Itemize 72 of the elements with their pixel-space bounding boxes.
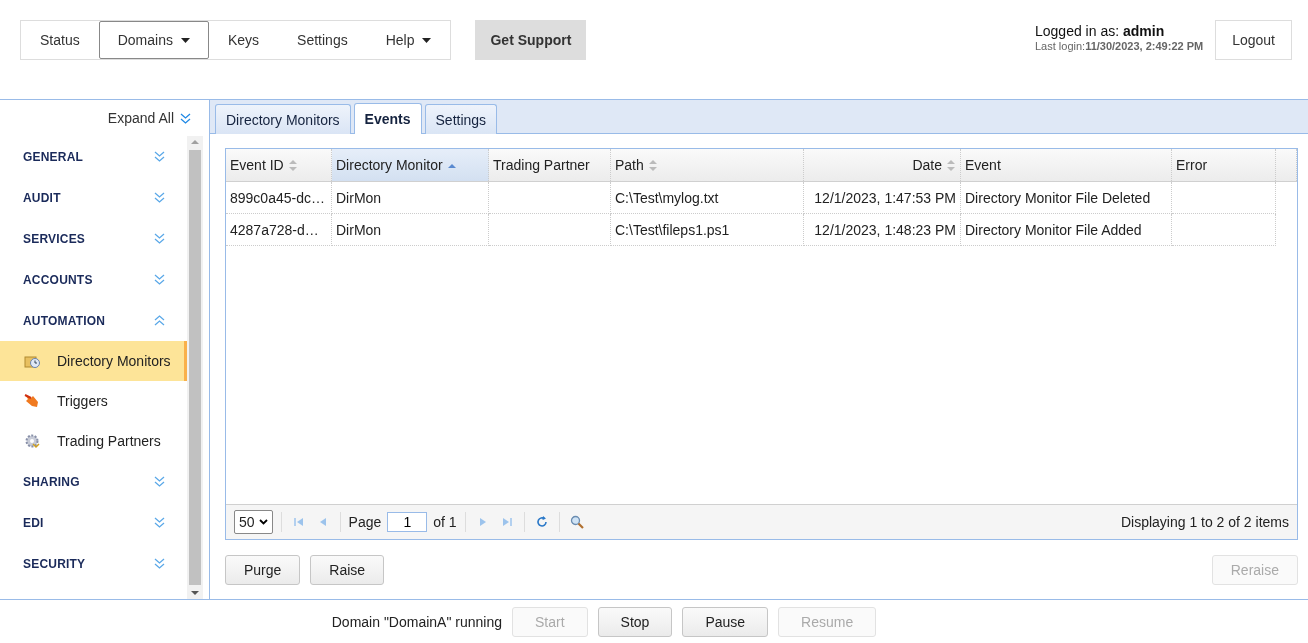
sort-icon: [946, 158, 956, 172]
table-cell: 4287a728-d…: [226, 214, 332, 246]
sidebar-item[interactable]: Directory Monitors: [0, 341, 187, 381]
table-cell: C:\Test\fileps1.ps1: [611, 214, 804, 246]
chevron-down-icon: [154, 517, 165, 528]
scrollbar[interactable]: [187, 136, 203, 599]
sidebar-section[interactable]: GENERAL: [0, 136, 187, 177]
column-header[interactable]: Path: [611, 149, 804, 181]
caret-icon: [422, 37, 432, 43]
sidebar-section[interactable]: SHARING: [0, 461, 187, 502]
action-button: Resume: [778, 606, 877, 637]
page-label: Page: [348, 514, 382, 530]
nav-menu-item[interactable]: Settings: [278, 21, 367, 59]
tab[interactable]: Directory Monitors: [215, 104, 351, 134]
table-cell: C:\Test\mylog.txt: [611, 182, 804, 214]
chevron-down-icon: [154, 476, 165, 487]
column-header[interactable]: Event: [961, 149, 1172, 181]
table-cell: 899c0a45-dc…: [226, 182, 332, 214]
nav-menu-item[interactable]: Help: [366, 21, 451, 59]
caret-icon: [258, 519, 268, 525]
sidebar-section[interactable]: SECURITY: [0, 543, 187, 584]
table-cell: 12/1/2023, 1:47:53 PM: [804, 182, 961, 214]
sidebar-section[interactable]: EDI: [0, 502, 187, 543]
sort-icon: [647, 158, 658, 172]
nav-menu-item[interactable]: Domains: [98, 21, 209, 59]
page-number-field[interactable]: 1: [387, 512, 428, 532]
arrow-icon: [24, 393, 40, 409]
last-login-text: Last login:11/30/2023, 2:49:22 PM: [1035, 39, 1204, 54]
action-button[interactable]: Purge: [225, 555, 301, 585]
gear-icon: [24, 433, 40, 449]
chevron-down-icon: [180, 112, 191, 124]
table-cell: Directory Monitor File Deleted: [961, 182, 1172, 214]
chevron-down-icon: [154, 558, 165, 569]
tab[interactable]: Events: [353, 103, 422, 134]
sidebar-section[interactable]: ACCOUNTS: [0, 259, 187, 300]
column-header[interactable]: Trading Partner: [489, 149, 611, 181]
chevron-down-icon: [154, 233, 165, 244]
sidebar-section[interactable]: AUTOMATION: [0, 300, 187, 341]
sidebar-item[interactable]: Trading Partners: [0, 421, 187, 461]
action-button: Reraise: [1211, 555, 1298, 585]
column-header[interactable]: Date: [804, 149, 961, 181]
domain-status: Domain "DomainA" running: [331, 613, 502, 630]
page-count: of 1: [433, 514, 457, 530]
table-cell: 12/1/2023, 1:48:23 PM: [804, 214, 961, 246]
chevron-up-icon: [154, 315, 165, 326]
chevron-down-icon: [154, 192, 165, 203]
logged-in-text: Logged in as: admin: [1035, 24, 1166, 39]
folder-clock-icon: [24, 353, 40, 369]
action-button: Start: [512, 606, 588, 637]
get-support-button[interactable]: Get Support: [475, 20, 587, 60]
column-header[interactable]: Directory Monitor: [332, 149, 489, 181]
sidebar-item[interactable]: Triggers: [0, 381, 187, 421]
table-cell: DirMon: [332, 214, 489, 246]
column-header[interactable]: Error: [1172, 149, 1276, 181]
action-button[interactable]: Pause: [682, 606, 769, 637]
page-size-select[interactable]: 50: [234, 510, 273, 534]
nav-menu-item[interactable]: Keys: [208, 21, 279, 59]
action-button[interactable]: Stop: [597, 606, 673, 637]
table-cell: DirMon: [332, 182, 489, 214]
action-button[interactable]: Raise: [310, 555, 385, 585]
table-cell: Directory Monitor File Added: [961, 214, 1172, 246]
logout-button[interactable]: Logout: [1215, 20, 1292, 60]
caret-icon: [180, 37, 190, 43]
chevron-down-icon: [154, 151, 165, 162]
pager-summary: Displaying 1 to 2 of 2 items: [1120, 514, 1289, 530]
sort-icon: [287, 158, 298, 172]
tab[interactable]: Settings: [424, 104, 498, 134]
chevron-down-icon: [154, 274, 165, 285]
expand-all-button[interactable]: Expand All: [0, 100, 209, 136]
sidebar-section[interactable]: SERVICES: [0, 218, 187, 259]
sidebar-section[interactable]: AUDIT: [0, 177, 187, 218]
nav-menu-item[interactable]: Status: [21, 21, 99, 59]
